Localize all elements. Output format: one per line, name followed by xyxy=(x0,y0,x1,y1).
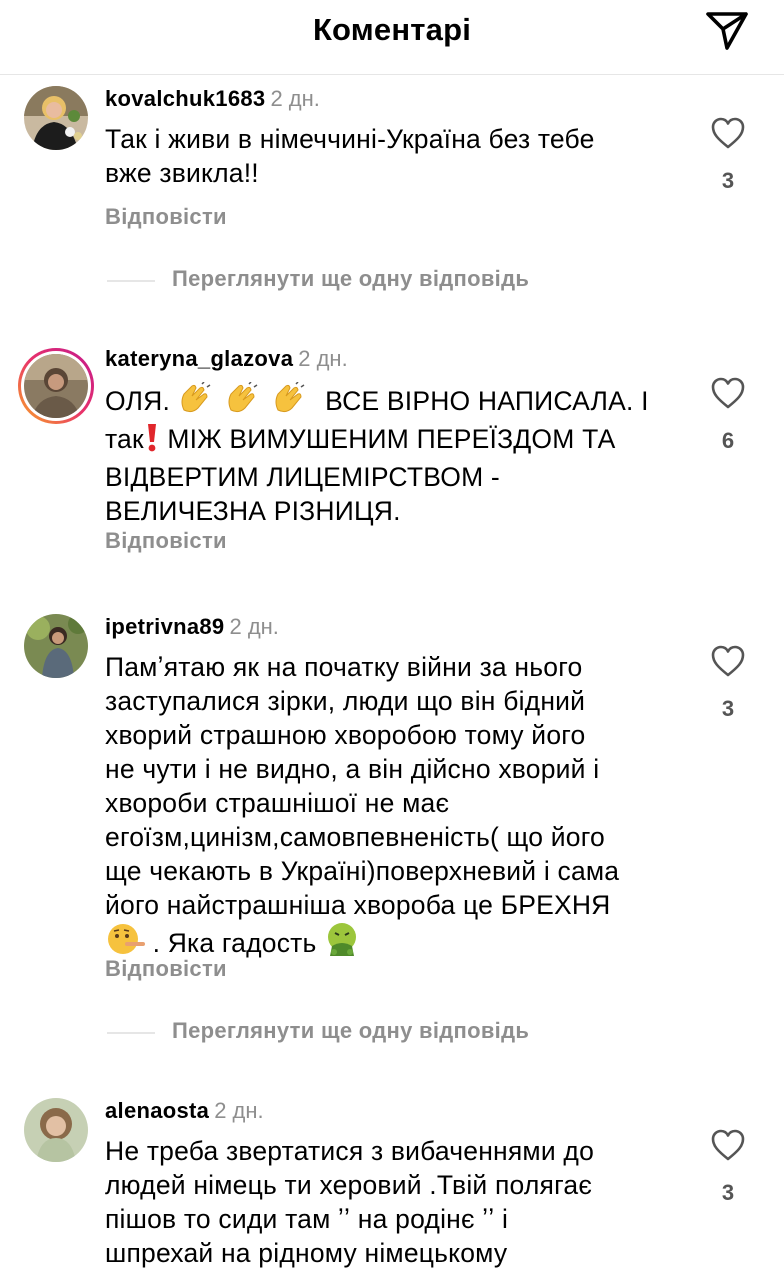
like-count: 3 xyxy=(721,168,735,193)
comment-meta: kovalchuk1683 2 дн. xyxy=(105,84,320,114)
comment-text: ОЛЯ. ВСЕ ВІРНО НАПИСАЛА. І так МІЖ ВИМУШ… xyxy=(105,381,695,528)
vomiting-face-emoji xyxy=(324,922,360,964)
reply-button[interactable]: Відповісти xyxy=(105,956,227,982)
text-segment: . Яка гадость xyxy=(145,928,325,958)
heart-icon[interactable] xyxy=(710,376,746,410)
username[interactable]: kovalchuk1683 xyxy=(105,86,265,111)
timestamp: 2 дн. xyxy=(214,1098,264,1123)
timestamp: 2 дн. xyxy=(270,86,320,111)
text-segment: ВСЕ ВІРНО НАПИСАЛА. І xyxy=(317,386,649,416)
view-more-label[interactable]: Переглянути ще одну відповідь xyxy=(172,266,529,292)
view-more-replies[interactable]: Переглянути ще одну відповідь xyxy=(105,1018,625,1048)
timestamp: 2 дн. xyxy=(298,346,348,371)
divider-line xyxy=(107,280,155,282)
like-button[interactable]: 6 xyxy=(708,376,748,453)
divider-line xyxy=(107,1032,155,1034)
text-segment: Памʼятаю як на початку війни за нього за… xyxy=(105,652,620,920)
text-segment: ОЛЯ. xyxy=(105,386,178,416)
like-count: 3 xyxy=(721,696,735,721)
reply-button[interactable]: Відповісти xyxy=(105,204,227,230)
avatar[interactable] xyxy=(24,86,88,150)
like-count: 6 xyxy=(721,428,735,453)
comment-meta: ipetrivna89 2 дн. xyxy=(105,612,279,642)
avatar[interactable] xyxy=(24,1098,88,1162)
username[interactable]: ipetrivna89 xyxy=(105,614,224,639)
avatar[interactable] xyxy=(24,614,88,678)
username[interactable]: alenaosta xyxy=(105,1098,209,1123)
comment-text: Так і живи в німеччині-Україна без тебе … xyxy=(105,124,595,188)
like-count: 3 xyxy=(721,1180,735,1205)
view-more-label[interactable]: Переглянути ще одну відповідь xyxy=(172,1018,529,1044)
timestamp: 2 дн. xyxy=(229,614,279,639)
text-segment: так xyxy=(105,424,144,454)
comment-meta: kateryna_glazova 2 дн. xyxy=(105,344,348,374)
page-title: Коментарі xyxy=(312,12,472,47)
heart-icon[interactable] xyxy=(710,1128,746,1162)
avatar[interactable] xyxy=(16,346,96,426)
heart-icon[interactable] xyxy=(710,644,746,678)
paper-plane-icon[interactable] xyxy=(704,8,750,52)
heart-icon[interactable] xyxy=(710,116,746,150)
header: Коментарі xyxy=(0,0,784,75)
comment-meta: alenaosta 2 дн. xyxy=(105,1096,264,1126)
comment-text: Памʼятаю як на початку війни за нього за… xyxy=(105,650,695,964)
view-more-replies[interactable]: Переглянути ще одну відповідь xyxy=(105,266,625,296)
text-segment: МІЖ ВИМУШЕНИМ ПЕРЕЇЗДОМ ТА ВІДВЕРТИМ ЛИЦ… xyxy=(105,424,616,526)
reply-button[interactable]: Відповісти xyxy=(105,528,227,554)
like-button[interactable]: 3 xyxy=(708,644,748,721)
comment-text: Не треба звертатися з вибаченнями до люд… xyxy=(105,1136,595,1268)
username[interactable]: kateryna_glazova xyxy=(105,346,293,371)
like-button[interactable]: 3 xyxy=(708,1128,748,1205)
like-button[interactable]: 3 xyxy=(708,116,748,193)
clapping-hands-emoji-group xyxy=(178,381,318,422)
exclamation-emoji xyxy=(144,422,160,460)
